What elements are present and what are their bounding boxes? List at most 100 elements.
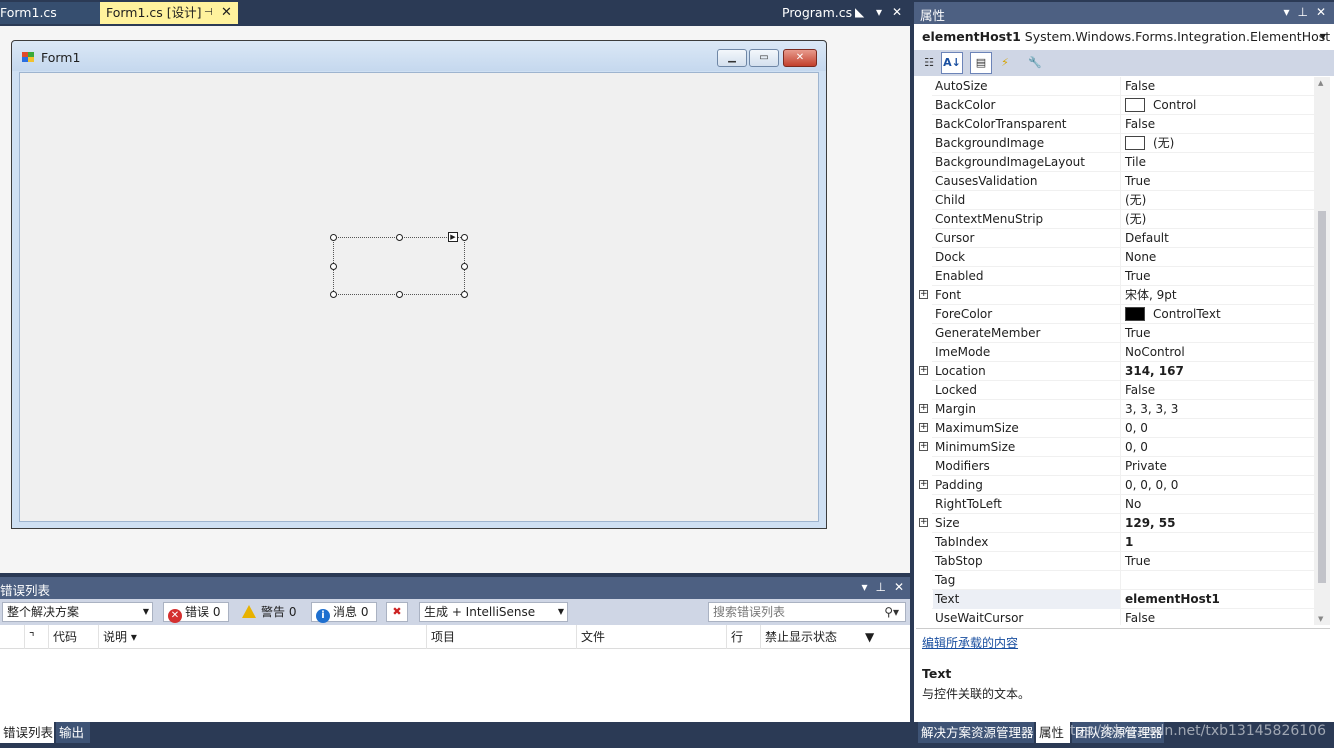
property-row-usewaitcursor[interactable]: UseWaitCursor False bbox=[916, 609, 1314, 625]
expand-icon[interactable]: + bbox=[919, 290, 928, 299]
tab-program-cs[interactable]: Program.cs bbox=[776, 2, 856, 24]
property-row-righttoleft[interactable]: RightToLeft No bbox=[916, 495, 1314, 514]
property-value[interactable]: NoControl bbox=[1123, 343, 1313, 362]
property-row-tabindex[interactable]: TabIndex 1 bbox=[916, 533, 1314, 552]
property-row-cursor[interactable]: Cursor Default bbox=[916, 229, 1314, 248]
column-icon[interactable] bbox=[0, 625, 24, 649]
property-row-autosize[interactable]: AutoSize False bbox=[916, 77, 1314, 96]
property-row-margin[interactable]: + Margin 3, 3, 3, 3 bbox=[916, 400, 1314, 419]
property-row-maximumsize[interactable]: + MaximumSize 0, 0 bbox=[916, 419, 1314, 438]
column-line[interactable]: 行 bbox=[726, 625, 760, 649]
column-description[interactable]: 说明 ▾ bbox=[98, 625, 426, 649]
property-value[interactable]: elementHost1 bbox=[1123, 590, 1313, 609]
minimize-button[interactable]: ▁ bbox=[717, 49, 747, 67]
scroll-down-icon[interactable]: ▼ bbox=[1318, 615, 1323, 623]
resize-handle[interactable] bbox=[330, 263, 337, 270]
close-icon[interactable]: ✕ bbox=[894, 580, 904, 594]
pin-icon[interactable]: ⊥ bbox=[1297, 5, 1307, 19]
resize-handle[interactable] bbox=[330, 234, 337, 241]
alphabetical-icon[interactable]: A↓ bbox=[941, 52, 963, 74]
property-value[interactable]: No bbox=[1123, 495, 1313, 514]
property-row-imemode[interactable]: ImeMode NoControl bbox=[916, 343, 1314, 362]
property-row-contextmenustrip[interactable]: ContextMenuStrip (无) bbox=[916, 210, 1314, 229]
property-value[interactable]: (无) bbox=[1123, 134, 1313, 153]
property-pages-icon[interactable]: 🔧 bbox=[1024, 52, 1046, 74]
property-value[interactable]: ControlText bbox=[1123, 305, 1313, 324]
error-search-input[interactable]: 搜索错误列表 ⚲▾ bbox=[708, 602, 906, 622]
messages-filter-button[interactable]: i 消息 0 bbox=[311, 602, 377, 623]
property-row-backgroundimagelayout[interactable]: BackgroundImageLayout Tile bbox=[916, 153, 1314, 172]
dropdown-icon[interactable]: ▾ bbox=[861, 580, 867, 594]
property-value[interactable]: False bbox=[1123, 77, 1313, 96]
close-icon[interactable]: ✕ bbox=[892, 5, 902, 19]
property-value[interactable]: 1 bbox=[1123, 533, 1313, 552]
property-value[interactable]: Default bbox=[1123, 229, 1313, 248]
property-value[interactable] bbox=[1123, 571, 1313, 590]
property-value[interactable]: False bbox=[1123, 381, 1313, 400]
events-icon[interactable]: ⚡ bbox=[994, 52, 1016, 74]
property-row-child[interactable]: Child (无) bbox=[916, 191, 1314, 210]
property-row-font[interactable]: + Font 宋体, 9pt bbox=[916, 286, 1314, 305]
resize-handle[interactable] bbox=[330, 291, 337, 298]
property-value[interactable]: True bbox=[1123, 552, 1313, 571]
expand-icon[interactable]: + bbox=[919, 518, 928, 527]
property-value[interactable]: False bbox=[1123, 609, 1313, 625]
property-value[interactable]: None bbox=[1123, 248, 1313, 267]
close-button[interactable]: ✕ bbox=[783, 49, 817, 67]
column-suppression[interactable]: 禁止显示状态 ▼ bbox=[760, 625, 910, 649]
property-value[interactable]: 3, 3, 3, 3 bbox=[1123, 400, 1313, 419]
property-row-text[interactable]: Text elementHost1 bbox=[916, 590, 1314, 609]
pin-icon[interactable]: ⊣ bbox=[204, 2, 213, 24]
build-filter-select[interactable]: 生成 + IntelliSense ▼ bbox=[419, 602, 568, 622]
errors-filter-button[interactable]: ✕ 错误 0 bbox=[163, 602, 229, 623]
property-row-size[interactable]: + Size 129, 55 bbox=[916, 514, 1314, 533]
property-value[interactable]: Control bbox=[1123, 96, 1313, 115]
property-row-tag[interactable]: Tag bbox=[916, 571, 1314, 590]
property-row-location[interactable]: + Location 314, 167 bbox=[916, 362, 1314, 381]
property-value[interactable]: (无) bbox=[1123, 191, 1313, 210]
property-row-causesvalidation[interactable]: CausesValidation True bbox=[916, 172, 1314, 191]
property-row-backcolortransparent[interactable]: BackColorTransparent False bbox=[916, 115, 1314, 134]
resize-handle[interactable] bbox=[396, 291, 403, 298]
close-icon[interactable]: ✕ bbox=[221, 2, 232, 24]
property-value[interactable]: False bbox=[1123, 115, 1313, 134]
property-row-enabled[interactable]: Enabled True bbox=[916, 267, 1314, 286]
property-value[interactable]: 0, 0 bbox=[1123, 438, 1313, 457]
pin-icon[interactable]: ⊥ bbox=[875, 580, 885, 594]
property-row-forecolor[interactable]: ForeColor ControlText bbox=[916, 305, 1314, 324]
property-value[interactable]: 宋体, 9pt bbox=[1123, 286, 1313, 305]
scroll-up-icon[interactable]: ▲ bbox=[1318, 79, 1323, 87]
property-row-backcolor[interactable]: BackColor Control bbox=[916, 96, 1314, 115]
property-grid-scrollbar[interactable]: ▲ ▼ bbox=[1314, 77, 1330, 625]
property-row-padding[interactable]: + Padding 0, 0, 0, 0 bbox=[916, 476, 1314, 495]
tab-form1-design[interactable]: Form1.cs [设计] ⊣ ✕ bbox=[100, 2, 238, 24]
property-value[interactable]: 129, 55 bbox=[1123, 514, 1313, 533]
tab-form1-cs[interactable]: Form1.cs bbox=[0, 2, 100, 24]
expand-icon[interactable]: + bbox=[919, 442, 928, 451]
property-value[interactable]: 314, 167 bbox=[1123, 362, 1313, 381]
tab-solution-explorer[interactable]: 解决方案资源管理器 bbox=[918, 722, 1034, 743]
search-icon[interactable]: ⚲▾ bbox=[884, 603, 899, 621]
form-window[interactable]: Form1 ▁ ▭ ✕ ▶ bbox=[11, 40, 827, 529]
expand-icon[interactable]: + bbox=[919, 404, 928, 413]
expand-icon[interactable]: + bbox=[919, 480, 928, 489]
edit-hosted-content-link[interactable]: 编辑所承载的内容 bbox=[922, 634, 1018, 651]
property-value[interactable]: 0, 0, 0, 0 bbox=[1123, 476, 1313, 495]
property-value[interactable]: Private bbox=[1123, 457, 1313, 476]
property-value[interactable]: True bbox=[1123, 324, 1313, 343]
property-value[interactable]: (无) bbox=[1123, 210, 1313, 229]
column-category[interactable]: ⌝ bbox=[24, 625, 48, 649]
categorized-icon[interactable]: ☷ bbox=[918, 52, 940, 74]
tab-error-list[interactable]: 错误列表 bbox=[0, 722, 54, 743]
warnings-filter-button[interactable]: 警告 0 bbox=[237, 602, 301, 622]
property-value[interactable]: 0, 0 bbox=[1123, 419, 1313, 438]
resize-handle[interactable] bbox=[461, 234, 468, 241]
clear-filter-icon[interactable]: ✖ bbox=[386, 602, 408, 622]
tab-output[interactable]: 输出 bbox=[56, 722, 90, 743]
maximize-button[interactable]: ▭ bbox=[749, 49, 779, 67]
scope-select[interactable]: 整个解决方案 ▼ bbox=[2, 602, 153, 622]
element-host-control[interactable]: ▶ bbox=[330, 232, 468, 298]
scroll-thumb[interactable] bbox=[1318, 211, 1326, 583]
expand-icon[interactable]: + bbox=[919, 366, 928, 375]
column-file[interactable]: 文件 bbox=[576, 625, 726, 649]
